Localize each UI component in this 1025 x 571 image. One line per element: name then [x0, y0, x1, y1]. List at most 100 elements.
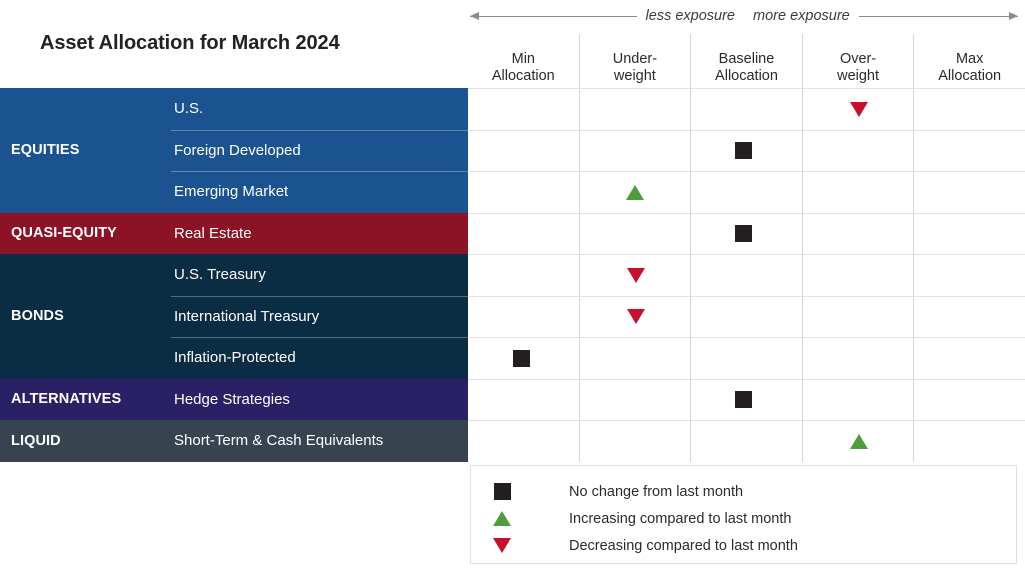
grid-cell: [468, 214, 579, 255]
grid-cell: [468, 297, 579, 338]
grid-cell: [801, 130, 914, 171]
grid-cell: [690, 296, 802, 337]
asset-label: Foreign Developed: [165, 129, 468, 171]
column-header-3: Over-weight: [801, 34, 914, 88]
column-header-line1: Max: [955, 50, 984, 67]
column-header-line2: Allocation: [715, 68, 778, 85]
less-exposure-label: less exposure: [645, 8, 735, 24]
asset-allocation-chart: less exposure more exposure Asset Alloca…: [0, 0, 1025, 571]
red-down-triangle-icon: [471, 538, 533, 553]
column-header-0: Min Allocation: [468, 34, 579, 88]
column-header-4: Max Allocation: [913, 34, 1025, 88]
grid-cell: [690, 89, 802, 130]
marker-track: [468, 337, 1025, 379]
black-square-icon: [471, 483, 533, 500]
group-label-liquid: LIQUID: [0, 420, 165, 462]
table-row: U.S. Treasury: [0, 254, 1025, 296]
more-exposure-group: more exposure: [744, 3, 1019, 29]
legend-item: Decreasing compared to last month: [471, 532, 1016, 559]
column-header-line1: Over-: [839, 50, 877, 67]
group-label-equities: EQUITIES: [0, 129, 165, 171]
marker-increasing: [626, 184, 645, 200]
grid-cell: [913, 89, 1025, 130]
column-header-1: Under-weight: [578, 34, 691, 88]
marker-track: [468, 254, 1025, 296]
marker-no-change: [734, 225, 752, 243]
table-row: Inflation-Protected: [0, 337, 1025, 379]
marker-track: [468, 295, 1025, 338]
marker-decreasing: [493, 538, 511, 553]
arrow-right-icon: [858, 12, 1019, 20]
grid-cell: [578, 172, 691, 213]
grid-cell: [578, 379, 691, 420]
grid-cell: [801, 213, 914, 254]
marker-track: [468, 212, 1025, 255]
marker-increasing: [850, 433, 869, 449]
column-header-line1: Under-: [612, 50, 658, 67]
asset-label: Hedge Strategies: [165, 378, 468, 420]
grid-cell: [913, 255, 1025, 296]
grid-cell: [913, 213, 1025, 254]
marker-decreasing: [626, 309, 645, 325]
grid-cell: [468, 89, 579, 130]
asset-label: International Treasury: [165, 295, 468, 337]
column-header-line2: Allocation: [938, 68, 1002, 85]
asset-label: U.S.: [165, 88, 468, 130]
marker-increasing: [493, 511, 511, 526]
grid-cell: [690, 130, 802, 171]
grid-cell: [578, 421, 691, 462]
legend-label: No change from last month: [569, 483, 744, 500]
exposure-direction-strip: less exposure more exposure: [470, 3, 1019, 29]
table-row: BONDS International Treasury: [0, 295, 1025, 338]
grid-cell: [913, 421, 1025, 462]
grid-cell: [801, 89, 914, 130]
grid-cell: [578, 255, 691, 296]
column-header-line1: Min: [511, 50, 535, 67]
grid-cell: [801, 338, 914, 379]
marker-track: [468, 129, 1025, 171]
grid-cell: [913, 172, 1025, 213]
marker-no-change: [493, 483, 511, 500]
grid-cell: [690, 421, 802, 462]
grid-cell: [468, 338, 579, 379]
page-title: Asset Allocation for March 2024: [40, 32, 340, 54]
grid-cell: [468, 421, 579, 462]
arrow-left-icon: [470, 12, 637, 20]
asset-label: U.S. Treasury: [165, 254, 468, 296]
marker-no-change: [734, 391, 752, 409]
group-label-bonds: [0, 254, 165, 296]
table-row: QUASI-EQUITY Real Estate: [0, 212, 1025, 255]
column-header-line2: weight: [837, 68, 880, 85]
grid-cell: [690, 338, 802, 379]
grid-cell: [690, 172, 802, 213]
column-header-line2: Allocation: [491, 68, 555, 85]
legend-label: Increasing compared to last month: [569, 510, 792, 527]
table-row: ALTERNATIVES Hedge Strategies: [0, 378, 1025, 420]
green-up-triangle-icon: [471, 511, 533, 526]
grid-cell: [801, 172, 914, 213]
group-label-alternatives: ALTERNATIVES: [0, 378, 165, 420]
grid-cell: [690, 255, 802, 296]
grid-cell: [801, 255, 914, 296]
more-exposure-label: more exposure: [753, 8, 850, 24]
grid-cell: [690, 379, 802, 420]
grid-cell: [578, 213, 691, 254]
grid-cell: [801, 421, 914, 462]
grid-cell: [690, 213, 802, 254]
marker-track: [468, 378, 1025, 420]
grid-cell: [913, 296, 1025, 337]
legend: No change from last month Increasing comp…: [470, 465, 1017, 564]
table-row: EQUITIES Foreign Developed: [0, 129, 1025, 171]
legend-label: Decreasing compared to last month: [569, 537, 798, 554]
grid-cell: [468, 255, 579, 296]
asset-label: Emerging Market: [165, 171, 468, 213]
grid-cell: [801, 379, 914, 420]
grid-cell: [578, 338, 691, 379]
marker-no-change: [734, 142, 752, 160]
column-header-line1: Baseline: [718, 50, 775, 67]
less-exposure-group: less exposure: [470, 3, 744, 29]
marker-no-change: [513, 349, 531, 367]
asset-label: Real Estate: [165, 212, 468, 254]
grid-cell: [913, 130, 1025, 171]
asset-label: Short-Term & Cash Equivalents: [165, 420, 468, 462]
